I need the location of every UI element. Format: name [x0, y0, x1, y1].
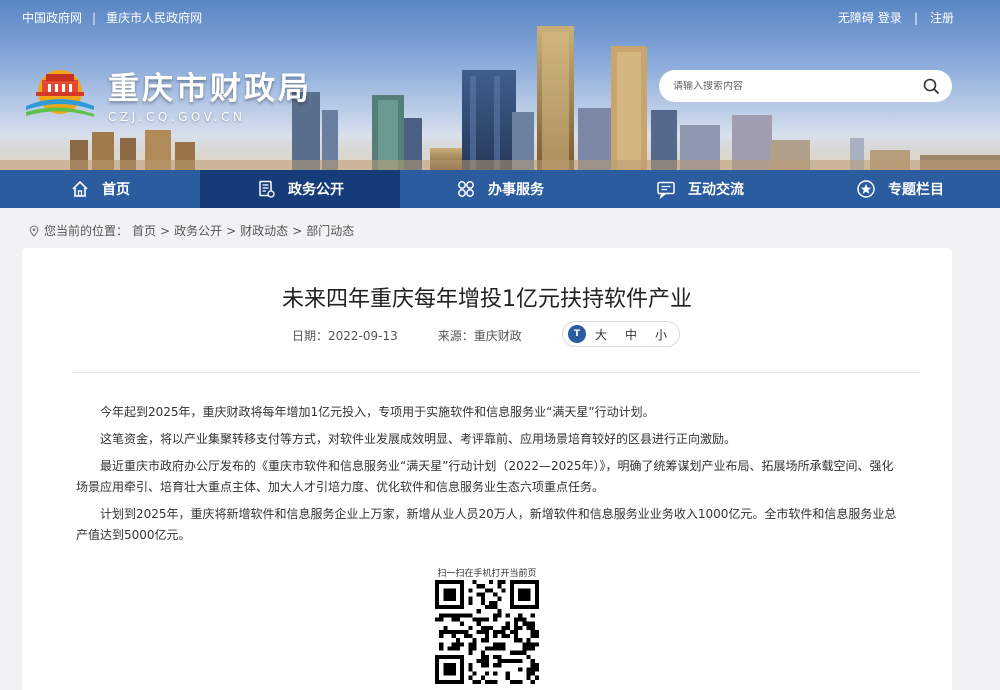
- site-logo[interactable]: 重庆市财政局 CZJ.CQ.GOV.CN: [22, 62, 312, 124]
- chat-icon: [657, 181, 675, 199]
- article-date: 2022-09-13: [328, 328, 398, 343]
- nav-special-topics[interactable]: 专题栏目: [800, 170, 1000, 208]
- breadcrumb-item-gov-affairs[interactable]: 政务公开: [174, 222, 222, 239]
- article-paragraph: 计划到2025年，重庆将新增软件和信息服务企业上万家，新增从业人员20万人，新增…: [76, 507, 897, 542]
- breadcrumb-item-finance-news[interactable]: 财政动态: [240, 222, 288, 239]
- article-body: 今年起到2025年，重庆财政将每年增加1亿元投入，专项用于实施软件和信息服务业“…: [76, 402, 902, 552]
- accessibility-link[interactable]: 无障碍: [838, 9, 874, 26]
- breadcrumb: 您当前的位置： 首页 > 政务公开 > 财政动态 > 部门动态: [28, 222, 354, 239]
- article-paragraph: 今年起到2025年，重庆财政将每年增加1亿元投入，专项用于实施软件和信息服务业“…: [100, 405, 655, 419]
- breadcrumb-item-home[interactable]: 首页: [132, 222, 156, 239]
- link-separator: |: [913, 10, 918, 25]
- font-size-icon: T: [568, 325, 586, 343]
- link-separator: |: [92, 10, 97, 25]
- breadcrumb-separator: >: [292, 223, 303, 238]
- site-domain: CZJ.CQ.GOV.CN: [108, 109, 246, 124]
- font-size-medium-button[interactable]: 中: [616, 326, 646, 343]
- home-icon: [72, 180, 88, 197]
- qr-code-label: 扫一扫在手机打开当前页: [437, 569, 537, 579]
- font-size-switcher: T 大 中 小: [562, 321, 680, 347]
- font-size-small-button[interactable]: 小: [646, 326, 676, 343]
- nav-gov-affairs[interactable]: 政务公开: [200, 170, 400, 208]
- search-icon[interactable]: [922, 77, 940, 95]
- logo-emblem-icon: [26, 70, 94, 117]
- breadcrumb-separator: >: [160, 223, 171, 238]
- document-icon: [259, 180, 275, 198]
- nav-interaction-label: 互动交流: [688, 182, 744, 198]
- nav-services[interactable]: 办事服务: [400, 170, 600, 208]
- nav-home-label: 首页: [102, 182, 130, 198]
- font-size-large-button[interactable]: 大: [586, 326, 616, 343]
- nav-special-topics-label: 专题栏目: [888, 182, 944, 198]
- article-paragraph: 这笔资金，将以产业集聚转移支付等方式，对软件业发展成效明显、考评靠前、应用场景培…: [100, 432, 737, 446]
- header-banner: 中国政府网 | 重庆市人民政府网 无障碍 登录 | 注册 重庆市财政局 CZJ.…: [0, 0, 1000, 170]
- article-card: 未来四年重庆每年增投1亿元扶持软件产业 日期： 2022-09-13 来源： 重…: [22, 248, 952, 690]
- article-paragraph: 最近重庆市政府办公厅发布的《重庆市软件和信息服务业“满天星”行动计划（2022—…: [76, 459, 894, 494]
- gov-site-link[interactable]: 中国政府网: [22, 9, 82, 26]
- nav-services-label: 办事服务: [488, 182, 544, 198]
- article-meta: 日期： 2022-09-13 来源： 重庆财政: [292, 327, 522, 344]
- login-link[interactable]: 登录: [878, 9, 902, 26]
- service-grid-icon: [458, 181, 474, 197]
- article-source: 重庆财政: [473, 329, 522, 343]
- location-pin-icon: [29, 224, 39, 237]
- site-name: 重庆市财政局: [108, 70, 312, 107]
- main-nav: 首页 政务公开 办事服务 互动交流 专题栏目: [0, 170, 1000, 208]
- source-label: 来源：: [437, 329, 474, 343]
- article-title: 未来四年重庆每年增投1亿元扶持软件产业: [282, 287, 692, 312]
- search-box: [659, 70, 952, 102]
- title-divider: [72, 372, 920, 373]
- register-link[interactable]: 注册: [930, 9, 954, 26]
- top-links: 中国政府网 | 重庆市人民政府网: [22, 9, 202, 26]
- breadcrumb-separator: >: [226, 223, 237, 238]
- user-links: 无障碍 登录 | 注册: [838, 9, 954, 26]
- star-icon: [857, 180, 875, 198]
- nav-home[interactable]: 首页: [0, 170, 200, 208]
- date-label: 日期：: [292, 329, 329, 343]
- nav-interaction[interactable]: 互动交流: [600, 170, 800, 208]
- breadcrumb-prefix: 您当前的位置：: [44, 224, 129, 238]
- nav-gov-affairs-label: 政务公开: [288, 182, 344, 198]
- breadcrumb-item-dept-news[interactable]: 部门动态: [306, 222, 354, 239]
- search-input[interactable]: [673, 80, 913, 92]
- qr-code: [435, 580, 539, 684]
- city-site-link[interactable]: 重庆市人民政府网: [106, 9, 202, 26]
